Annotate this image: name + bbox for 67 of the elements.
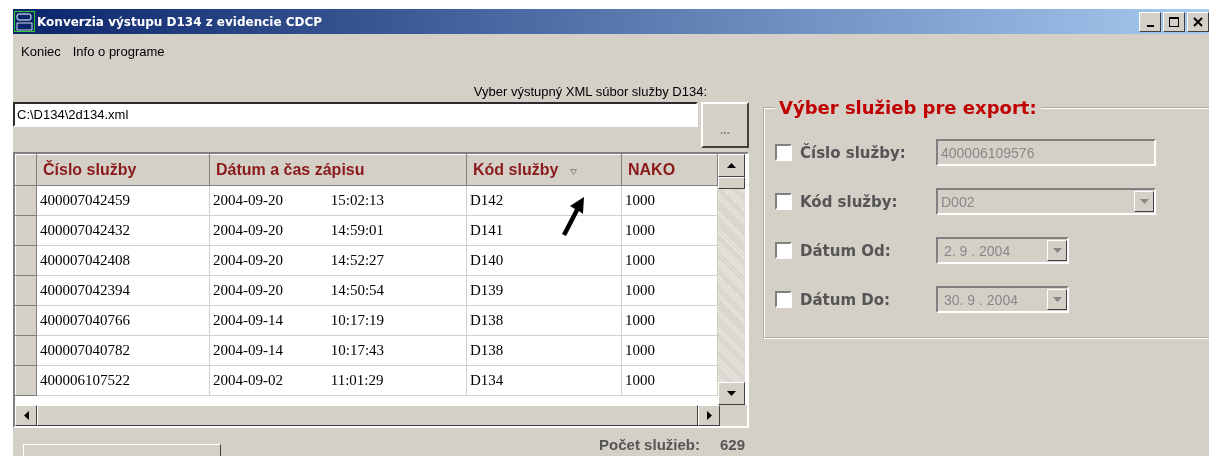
menu-item[interactable]: Koniec bbox=[17, 44, 65, 66]
down-arrow-icon bbox=[1139, 199, 1149, 204]
table-cell: D139 bbox=[466, 275, 622, 306]
row-header[interactable] bbox=[15, 335, 37, 366]
row-header[interactable] bbox=[15, 185, 37, 216]
table-cell: 1000 bbox=[621, 335, 718, 366]
row-header[interactable] bbox=[15, 305, 37, 336]
right-arrow-icon bbox=[706, 411, 712, 420]
row-header[interactable] bbox=[15, 365, 37, 396]
table-cell: 2004-09-14 10:17:19 bbox=[209, 305, 467, 336]
menu-item[interactable]: Info o programe bbox=[68, 44, 169, 66]
up-arrow-icon bbox=[727, 163, 736, 168]
table-cell: 400007042432 bbox=[36, 215, 210, 246]
horizontal-scrollbar[interactable] bbox=[15, 405, 747, 426]
maximize-icon bbox=[1169, 16, 1179, 27]
column-header[interactable]: Kód služby bbox=[466, 154, 622, 186]
table-cell: 1000 bbox=[621, 245, 718, 276]
table-cell: 400007042459 bbox=[36, 185, 210, 216]
scrollbar-thumb[interactable] bbox=[718, 177, 745, 189]
table-cell: 400006107522 bbox=[36, 365, 210, 396]
count-label: Počet služieb: bbox=[599, 436, 700, 453]
column-header[interactable]: Číslo služby bbox=[36, 154, 210, 186]
table-cell: 2004-09-14 10:17:43 bbox=[209, 335, 467, 366]
table-cell: 1000 bbox=[621, 275, 718, 306]
field-label: Kód služby: bbox=[800, 192, 899, 211]
count-value: 629 bbox=[719, 436, 745, 453]
table-cell: D134 bbox=[466, 365, 622, 396]
table-cell: 1000 bbox=[621, 185, 718, 216]
table-cell: 400007042408 bbox=[36, 245, 210, 276]
table-cell: 1000 bbox=[621, 365, 718, 396]
table-cell: 2004-09-20 14:59:01 bbox=[209, 215, 467, 246]
down-arrow-icon bbox=[1052, 297, 1062, 302]
column-header[interactable]: Dátum a čas zápisu bbox=[209, 154, 467, 186]
table-cell: 400007040766 bbox=[36, 305, 210, 336]
table-cell: D140 bbox=[466, 245, 622, 276]
cursor-arrow-icon bbox=[560, 196, 586, 236]
group-title: Výber služieb pre export: bbox=[778, 97, 1038, 118]
close-icon bbox=[1193, 16, 1203, 27]
row-header[interactable] bbox=[15, 245, 37, 276]
column-header[interactable]: NAKO bbox=[621, 154, 718, 186]
file-label: Vyber výstupný XML súbor služby D134: bbox=[472, 83, 708, 101]
table-cell: 400007042394 bbox=[36, 275, 210, 306]
file-path-field[interactable]: C:\D134\2d134.xml bbox=[13, 102, 699, 127]
row-header[interactable] bbox=[15, 275, 37, 306]
field-label: Číslo služby: bbox=[800, 143, 907, 162]
table-cell: 2004-09-02 11:01:29 bbox=[209, 365, 467, 396]
down-arrow-icon bbox=[1052, 248, 1062, 253]
row-header[interactable] bbox=[15, 215, 37, 246]
sort-icon bbox=[570, 169, 578, 175]
table-cell: 2004-09-20 14:50:54 bbox=[209, 275, 467, 306]
table-cell: 2004-09-20 14:52:27 bbox=[209, 245, 467, 276]
minimize-icon bbox=[1146, 24, 1154, 27]
maximize-button[interactable] bbox=[1163, 11, 1185, 32]
field-label: Dátum Do: bbox=[800, 290, 892, 309]
table-cell: 1000 bbox=[621, 215, 718, 246]
table-cell: D138 bbox=[466, 335, 622, 366]
field-label: Dátum Od: bbox=[800, 241, 892, 260]
vertical-scrollbar[interactable] bbox=[718, 154, 745, 405]
table-cell: 400007040782 bbox=[36, 335, 210, 366]
minimize-button[interactable] bbox=[1139, 11, 1161, 32]
table-cell: D138 bbox=[466, 305, 622, 336]
table-cell: 2004-09-20 15:02:13 bbox=[209, 185, 467, 216]
close-button[interactable] bbox=[1187, 11, 1209, 32]
left-arrow-icon bbox=[23, 411, 29, 420]
down-arrow-icon bbox=[727, 391, 736, 396]
table-cell: 1000 bbox=[621, 305, 718, 336]
window-title: Konverzia výstupu D134 z evidencie CDCP bbox=[37, 14, 323, 29]
